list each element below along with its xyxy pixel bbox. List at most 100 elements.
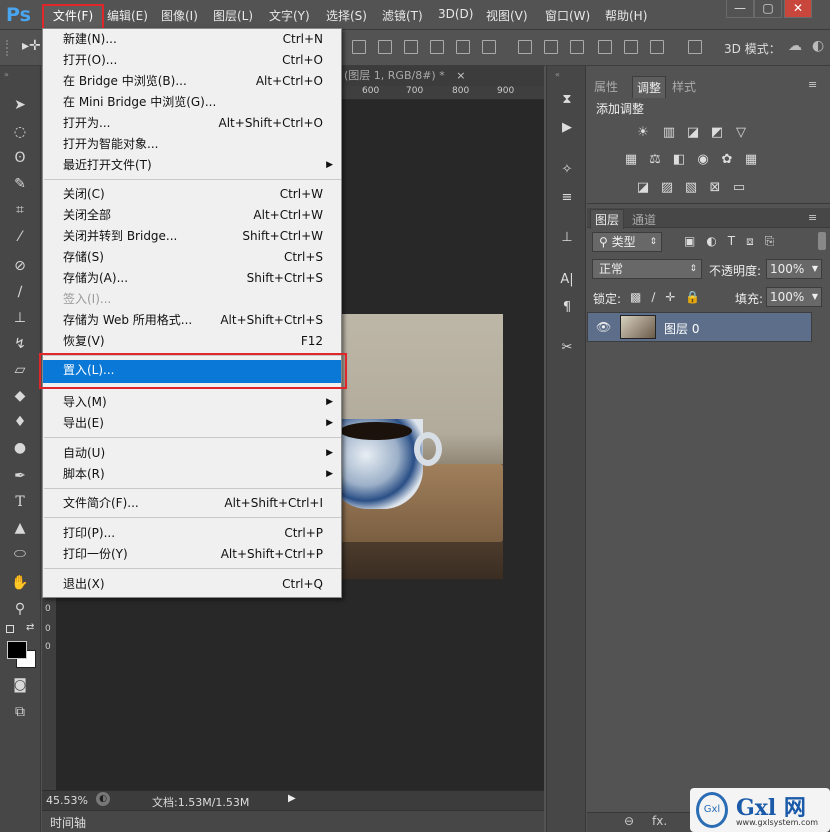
document-tab-close-icon[interactable]: ×: [456, 69, 465, 82]
exposure-icon[interactable]: ◩: [708, 125, 726, 141]
status-menu-arrow-icon[interactable]: ▶: [288, 793, 296, 804]
distribute-bottom-icon[interactable]: [570, 40, 584, 54]
layer-name[interactable]: 图层 0: [664, 320, 699, 337]
ellipse-tool-icon[interactable]: ⬭: [10, 544, 30, 564]
layer-thumbnail[interactable]: [620, 315, 656, 339]
menu-item-open[interactable]: 打开(O)... Ctrl+O: [43, 50, 341, 71]
tools-collapse-icon[interactable]: »: [4, 70, 9, 79]
align-vcenter-icon[interactable]: [378, 40, 392, 54]
eyedropper-tool-icon[interactable]: ⁄: [10, 227, 30, 247]
menu-item-new[interactable]: 新建(N)... Ctrl+N: [43, 29, 341, 50]
curves-icon[interactable]: ◪: [684, 125, 702, 141]
distribute-left-icon[interactable]: [598, 40, 612, 54]
paint-bucket-tool-icon[interactable]: ◆: [10, 386, 30, 406]
layer-filter-select[interactable]: ⚲ 类型 ⇕: [592, 232, 662, 252]
quick-select-tool-icon[interactable]: ✎: [10, 174, 30, 194]
layers-panel-menu-icon[interactable]: ≡: [808, 211, 817, 224]
invert-icon[interactable]: ◪: [634, 180, 652, 196]
status-info-icon[interactable]: ◐: [96, 792, 110, 806]
zoom-tool-icon[interactable]: ⚲: [10, 599, 30, 619]
screen-mode-icon[interactable]: ⧉: [10, 702, 30, 722]
menu-item-open-as[interactable]: 打开为... Alt+Shift+Ctrl+O: [43, 113, 341, 134]
menu-item-browse-mini-bridge[interactable]: 在 Mini Bridge 中浏览(G)...: [43, 92, 341, 113]
menu-view[interactable]: 视图(V): [486, 7, 528, 24]
tab-styles[interactable]: 样式: [672, 78, 696, 95]
menu-item-scripts[interactable]: 脚本(R) ▶: [43, 464, 341, 485]
menu-layer[interactable]: 图层(L): [213, 7, 253, 24]
distribute-top-icon[interactable]: [518, 40, 532, 54]
posterize-icon[interactable]: ▨: [658, 180, 676, 196]
marquee-tool-icon[interactable]: ◌: [10, 122, 30, 142]
blur-tool-icon[interactable]: ♦: [10, 412, 30, 432]
actions-panel-icon[interactable]: ▶: [557, 118, 577, 138]
minimize-button[interactable]: —: [726, 0, 754, 18]
brightness-contrast-icon[interactable]: ☀: [634, 125, 652, 141]
menu-item-recent-files[interactable]: 最近打开文件(T) ▶: [43, 155, 341, 176]
menu-image[interactable]: 图像(I): [161, 7, 198, 24]
zoom-level[interactable]: 45.53%: [46, 794, 88, 807]
tab-adjustments[interactable]: 调整: [632, 76, 667, 98]
eraser-tool-icon[interactable]: ▱: [10, 360, 30, 380]
type-tool-icon[interactable]: T: [10, 492, 30, 512]
menu-type[interactable]: 文字(Y): [269, 7, 310, 24]
character-panel-icon[interactable]: A|: [557, 270, 577, 290]
menu-item-automate[interactable]: 自动(U) ▶: [43, 443, 341, 464]
tab-layers[interactable]: 图层: [590, 209, 625, 229]
blend-mode-select[interactable]: 正常 ⇕: [592, 259, 702, 279]
levels-icon[interactable]: ▥: [660, 125, 678, 141]
menu-select[interactable]: 选择(S): [326, 7, 367, 24]
menu-file[interactable]: 文件(F): [42, 4, 104, 30]
menu-item-close-go-bridge[interactable]: 关闭并转到 Bridge... Shift+Ctrl+W: [43, 226, 341, 247]
crop-tool-icon[interactable]: ⌗: [10, 200, 30, 220]
menu-item-close-all[interactable]: 关闭全部 Alt+Ctrl+W: [43, 205, 341, 226]
menu-item-file-info[interactable]: 文件简介(F)... Alt+Shift+Ctrl+I: [43, 493, 341, 514]
close-window-button[interactable]: ✕: [784, 0, 812, 18]
tool-presets-icon[interactable]: ✂: [557, 338, 577, 358]
layer-filter-icons[interactable]: ▣◐T⧈⎘: [684, 234, 785, 249]
move-tool-preset-icon[interactable]: ▸✛: [22, 38, 41, 54]
panel-strip-collapse-icon[interactable]: «: [555, 70, 560, 79]
menu-item-save-for-web[interactable]: 存储为 Web 所用格式... Alt+Shift+Ctrl+S: [43, 310, 341, 331]
menu-item-print[interactable]: 打印(P)... Ctrl+P: [43, 523, 341, 544]
menu-item-import[interactable]: 导入(M) ▶: [43, 392, 341, 413]
menu-edit[interactable]: 编辑(E): [107, 7, 148, 24]
healing-brush-tool-icon[interactable]: ⊘: [10, 256, 30, 276]
align-hcenter-icon[interactable]: [456, 40, 470, 54]
menu-item-close[interactable]: 关闭(C) Ctrl+W: [43, 184, 341, 205]
panel-menu-icon[interactable]: ≡: [808, 78, 817, 91]
menu-filter[interactable]: 滤镜(T): [382, 7, 423, 24]
menu-item-browse-bridge[interactable]: 在 Bridge 中浏览(B)... Alt+Ctrl+O: [43, 71, 341, 92]
lock-icons[interactable]: ▩∕✛🔒: [630, 290, 710, 304]
tab-properties[interactable]: 属性: [594, 78, 618, 95]
distribute-right-icon[interactable]: [650, 40, 664, 54]
pen-tool-icon[interactable]: ✒: [10, 466, 30, 486]
color-lookup-icon[interactable]: ▦: [742, 152, 760, 168]
menu-item-revert[interactable]: 恢复(V) F12: [43, 331, 341, 352]
paragraph-panel-icon[interactable]: ¶: [557, 298, 577, 318]
foreground-color-swatch[interactable]: [7, 641, 27, 659]
menu-3d[interactable]: 3D(D): [438, 7, 473, 21]
history-brush-tool-icon[interactable]: ↯: [10, 334, 30, 354]
menu-item-export[interactable]: 导出(E) ▶: [43, 413, 341, 434]
default-colors-icon[interactable]: [6, 625, 14, 633]
path-select-tool-icon[interactable]: ▲: [10, 518, 30, 538]
filter-toggle[interactable]: [818, 232, 826, 250]
menu-item-save[interactable]: 存储(S) Ctrl+S: [43, 247, 341, 268]
photo-filter-icon[interactable]: ◉: [694, 152, 712, 168]
black-white-icon[interactable]: ◧: [670, 152, 688, 168]
3d-roll-icon[interactable]: ◐: [812, 38, 824, 54]
quick-mask-icon[interactable]: ◙: [10, 675, 30, 695]
fx-icon[interactable]: fx.: [652, 814, 667, 828]
move-tool-icon[interactable]: ➤: [10, 95, 30, 115]
align-top-icon[interactable]: [352, 40, 366, 54]
clone-stamp-tool-icon[interactable]: ⊥: [10, 308, 30, 328]
hand-tool-icon[interactable]: ✋: [10, 573, 30, 593]
menu-window[interactable]: 窗口(W): [545, 7, 590, 24]
threshold-icon[interactable]: ▧: [682, 180, 700, 196]
tab-channels[interactable]: 通道: [632, 211, 656, 228]
brush-tool-icon[interactable]: ∕: [10, 282, 30, 302]
align-left-icon[interactable]: [430, 40, 444, 54]
vibrance-icon[interactable]: ▽: [732, 125, 750, 141]
lasso-tool-icon[interactable]: ʘ: [10, 148, 30, 168]
eye-visibility-icon[interactable]: 👁: [596, 320, 611, 334]
